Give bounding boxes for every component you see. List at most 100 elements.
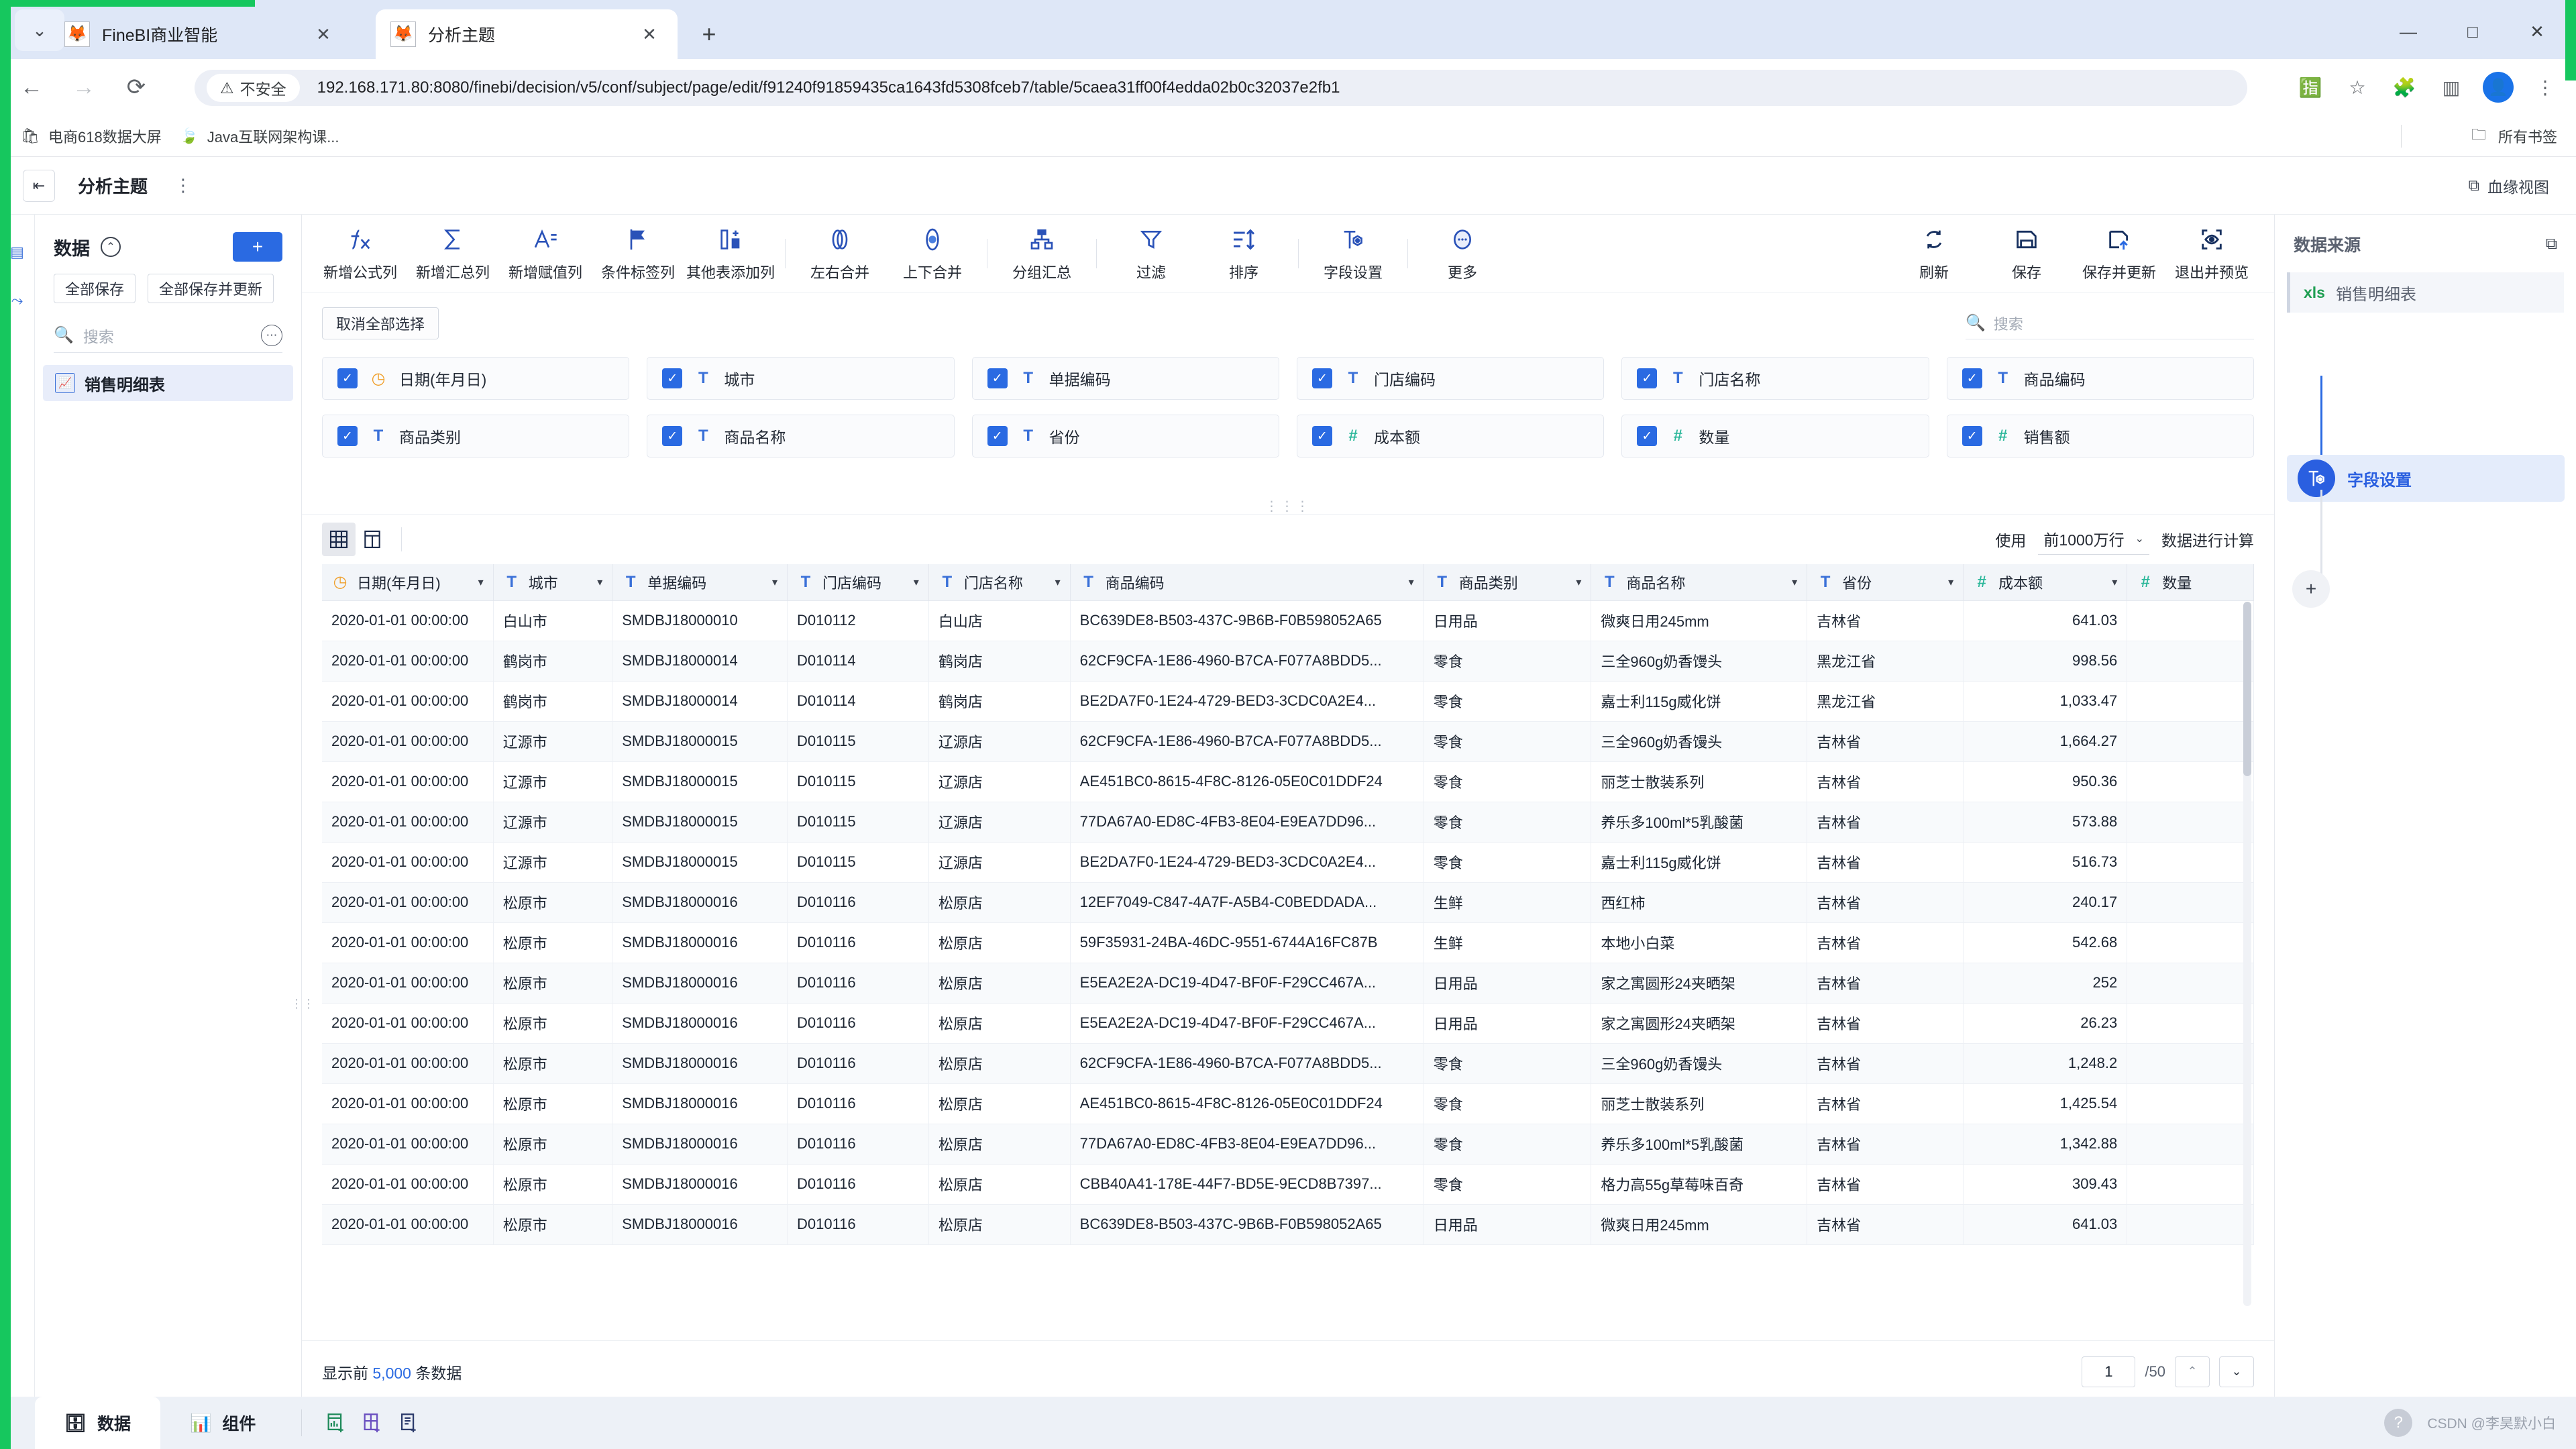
column-header-date[interactable]: ◷ 日期(年月日) ▾ — [322, 564, 494, 601]
table-row[interactable]: 2020-01-01 00:00:00 辽源市 SMDBJ18000015 D0101… — [322, 721, 2254, 762]
table-row[interactable]: 2020-01-01 00:00:00 白山市 SMDBJ18000010 D0101… — [322, 600, 2254, 641]
page-input[interactable]: 1 — [2082, 1356, 2136, 1387]
chevrons-up-icon[interactable]: ⌃ — [101, 237, 121, 257]
grid-vertical-scrollbar[interactable] — [2243, 602, 2251, 1306]
left-panel-search[interactable]: 🔍 搜索 ⋯ — [54, 318, 282, 353]
sidebar-item-sales-detail[interactable]: 📈 销售明细表 — [43, 365, 293, 401]
checkbox-checked-icon[interactable]: ✓ — [337, 368, 358, 388]
toolbar-filter[interactable]: 过滤 — [1105, 217, 1197, 290]
chevron-down-icon[interactable]: ⌄ — [2219, 1356, 2254, 1387]
checkbox-checked-icon[interactable]: ✓ — [1312, 368, 1332, 388]
lineage-view-button[interactable]: ⧉ 血缘视图 — [2469, 174, 2549, 197]
toolbar-merge-horizontal[interactable]: 左右合并 — [794, 217, 886, 290]
table-row[interactable]: 2020-01-01 00:00:00 松原市 SMDBJ18000016 D0101… — [322, 882, 2254, 923]
column-header-store-code[interactable]: T 门店编码 ▾ — [787, 564, 929, 601]
security-badge[interactable]: ⚠ 不安全 — [207, 74, 300, 102]
back-icon[interactable]: ← — [11, 66, 52, 108]
toolbar-add-column-from-other-table[interactable]: 其他表添加列 — [684, 217, 777, 290]
add-step-button[interactable]: + — [2292, 570, 2330, 608]
bottom-tab-data[interactable]: 🗄 数据 — [35, 1397, 161, 1449]
save-all-and-update-button[interactable]: 全部保存并更新 — [148, 274, 274, 303]
expand-flow-icon[interactable]: ⧉ — [2546, 235, 2557, 254]
table-row[interactable]: 2020-01-01 00:00:00 鹤岗市 SMDBJ18000014 D0101… — [322, 681, 2254, 722]
table-row[interactable]: 2020-01-01 00:00:00 松原市 SMDBJ18000016 D0101… — [322, 1124, 2254, 1165]
chevron-down-icon[interactable]: ▾ — [1409, 576, 1414, 589]
profile-avatar[interactable]: 👤 — [2479, 68, 2517, 106]
toolbar-new-summary-column[interactable]: 新增汇总列 — [407, 217, 499, 290]
help-icon[interactable]: ? — [2384, 1409, 2413, 1437]
toolbar-new-assign-column[interactable]: 新增赋值列 — [499, 217, 592, 290]
bottom-tab-components[interactable]: 📊 组件 — [160, 1397, 285, 1449]
column-header-quantity[interactable]: # 数量 — [2127, 564, 2254, 601]
reload-icon[interactable]: ⟳ — [115, 66, 157, 108]
chevron-down-icon[interactable]: ▾ — [1576, 576, 1581, 589]
field-chip[interactable]: ✓ T 商品名称 — [647, 415, 955, 458]
table-row[interactable]: 2020-01-01 00:00:00 松原市 SMDBJ18000016 D0101… — [322, 1003, 2254, 1044]
grid-view-icon[interactable] — [322, 523, 356, 556]
extensions-icon[interactable]: 🧩 — [2385, 68, 2423, 106]
chevron-down-icon[interactable]: ▾ — [772, 576, 777, 589]
column-view-icon[interactable] — [356, 523, 389, 556]
table-row[interactable]: 2020-01-01 00:00:00 松原市 SMDBJ18000016 D0101… — [322, 1164, 2254, 1205]
toolbar-merge-vertical[interactable]: 上下合并 — [886, 217, 979, 290]
forward-icon[interactable]: → — [63, 66, 105, 108]
table-row[interactable]: 2020-01-01 00:00:00 辽源市 SMDBJ18000015 D0101… — [322, 842, 2254, 883]
checkbox-checked-icon[interactable]: ✓ — [1312, 426, 1332, 446]
table-row[interactable]: 2020-01-01 00:00:00 辽源市 SMDBJ18000015 D0101… — [322, 761, 2254, 802]
field-chip[interactable]: ✓ T 门店名称 — [1621, 357, 1929, 400]
fields-search-input[interactable]: 搜索 — [1994, 313, 2023, 334]
close-window-icon[interactable]: ✕ — [2505, 12, 2569, 51]
chevron-down-icon[interactable]: ▾ — [914, 576, 919, 589]
field-chip[interactable]: ✓ T 商品编码 — [1946, 357, 2254, 400]
left-panel-resize-handle[interactable]: ⋮⋮ — [290, 989, 315, 1018]
source-table-item[interactable]: xls 销售明细表 — [2287, 272, 2564, 313]
checkbox-checked-icon[interactable]: ✓ — [1962, 368, 1982, 388]
rows-limit-select[interactable]: 前1000万行 ⌄ — [2038, 525, 2149, 555]
address-bar[interactable]: ⚠ 不安全 192.168.171.80:8080/finebi/decisio… — [195, 70, 2247, 106]
checkbox-checked-icon[interactable]: ✓ — [662, 368, 683, 388]
table-row[interactable]: 2020-01-01 00:00:00 松原市 SMDBJ18000016 D0101… — [322, 922, 2254, 963]
field-chip[interactable]: ✓ T 单据编码 — [971, 357, 1279, 400]
column-header-cost[interactable]: # 成本额 ▾ — [1963, 564, 2128, 601]
search-input[interactable]: 搜索 — [83, 324, 252, 347]
toolbar-group-summary[interactable]: 分组汇总 — [996, 217, 1088, 290]
field-chip[interactable]: ✓ ◷ 日期(年月日) — [322, 357, 630, 400]
checkbox-checked-icon[interactable]: ✓ — [662, 426, 683, 446]
deselect-all-button[interactable]: 取消全部选择 — [322, 307, 439, 339]
bookmark-item-0[interactable]: 🛍 电商618数据大屏 — [20, 125, 162, 147]
column-header-province[interactable]: T 省份 ▾ — [1807, 564, 1964, 601]
table-row[interactable]: 2020-01-01 00:00:00 松原市 SMDBJ18000016 D0101… — [322, 1204, 2254, 1245]
browser-tab-1[interactable]: 🦊 FineBI商业智能 ✕ — [50, 9, 352, 59]
toolbar-condition-label-column[interactable]: 条件标签列 — [592, 217, 684, 290]
side-panel-icon[interactable]: ▥ — [2432, 68, 2470, 106]
table-row[interactable]: 2020-01-01 00:00:00 辽源市 SMDBJ18000015 D0101… — [322, 802, 2254, 843]
close-icon[interactable]: ✕ — [636, 21, 663, 48]
field-chip[interactable]: ✓ T 门店编码 — [1297, 357, 1605, 400]
table-row[interactable]: 2020-01-01 00:00:00 鹤岗市 SMDBJ18000014 D0101… — [322, 641, 2254, 682]
toolbar-refresh[interactable]: 刷新 — [1888, 217, 1980, 290]
add-dashboard-icon[interactable] — [354, 1405, 390, 1441]
table-row[interactable]: 2020-01-01 00:00:00 松原市 SMDBJ18000016 D0101… — [322, 1083, 2254, 1124]
checkbox-checked-icon[interactable]: ✓ — [1962, 426, 1982, 446]
more-vertical-icon[interactable]: ⋮ — [174, 175, 192, 196]
add-doc-icon[interactable] — [390, 1405, 427, 1441]
collapse-panel-icon[interactable]: ⇤ — [23, 169, 55, 202]
chevron-down-icon[interactable]: ▾ — [1055, 576, 1061, 589]
chevron-down-icon[interactable]: ▾ — [1792, 576, 1797, 589]
more-horizontal-icon[interactable]: ⋯ — [261, 324, 282, 346]
browser-tab-2[interactable]: 🦊 分析主题 ✕ — [376, 9, 678, 59]
translate-icon[interactable]: 🈯 — [2292, 68, 2329, 106]
chevron-up-icon[interactable]: ⌃ — [2175, 1356, 2210, 1387]
add-chart-icon[interactable] — [318, 1405, 354, 1441]
all-bookmarks-button[interactable]: 🗀 所有书签 — [2469, 115, 2557, 157]
fields-search[interactable]: 🔍 搜索 — [1966, 307, 2254, 339]
column-header-store-name[interactable]: T 门店名称 ▾ — [928, 564, 1071, 601]
save-all-button[interactable]: 全部保存 — [54, 274, 136, 303]
add-data-button[interactable]: + — [233, 232, 282, 262]
field-chip[interactable]: ✓ T 商品类别 — [322, 415, 630, 458]
field-chip[interactable]: ✓ T 城市 — [647, 357, 955, 400]
toolbar-sort[interactable]: 排序 — [1197, 217, 1290, 290]
field-chip[interactable]: ✓ T 省份 — [971, 415, 1279, 458]
table-row[interactable]: 2020-01-01 00:00:00 松原市 SMDBJ18000016 D0101… — [322, 963, 2254, 1004]
toolbar-save-and-update[interactable]: 保存并更新 — [2073, 217, 2165, 290]
